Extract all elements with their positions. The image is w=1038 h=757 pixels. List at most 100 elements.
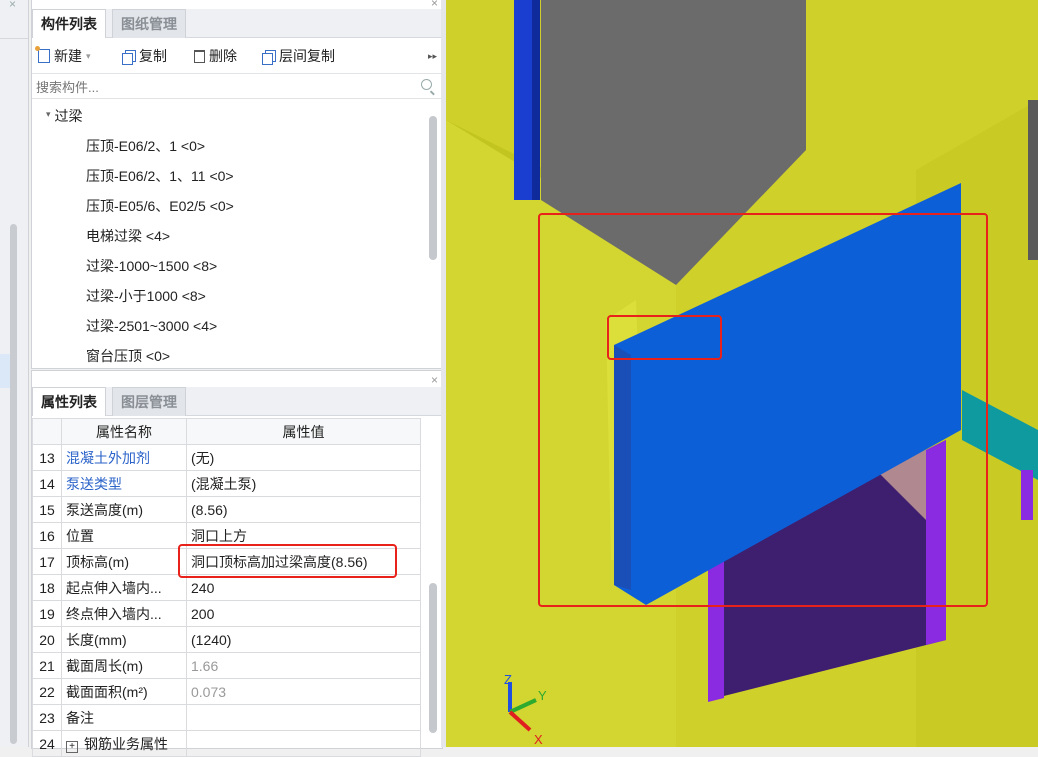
delete-button[interactable]: 删除 <box>194 46 237 66</box>
property-value[interactable] <box>186 704 421 731</box>
property-name: 混凝土外加剂 <box>61 444 187 471</box>
property-name: 备注 <box>61 704 187 731</box>
highlight-box <box>538 213 988 607</box>
3d-viewport[interactable]: Z Y X <box>446 0 1038 747</box>
table-row[interactable]: 19 终点伸入墙内... 200 <box>32 600 421 627</box>
copy-icon <box>122 49 136 65</box>
header-cell: 属性值 <box>186 418 421 445</box>
component-panel: × 构件列表 图纸管理 新建 ▾ 复制 删除 层间复制 ▸▸ ▾ 过梁 <box>31 0 443 369</box>
search-icon[interactable] <box>421 79 432 90</box>
list-item[interactable]: 过梁-1000~1500 <8> <box>86 256 217 276</box>
property-name: 截面周长(m) <box>61 652 187 679</box>
property-panel: × 属性列表 图层管理 属性名称 属性值 13 混凝土外加剂 (无) 14 泵送类型(… <box>31 370 443 757</box>
table-row[interactable]: 20 长度(mm) (1240) <box>32 626 421 653</box>
list-item[interactable]: 压顶-E06/2、1 <0> <box>86 136 205 156</box>
new-icon <box>35 46 50 63</box>
highlight-box <box>178 544 397 578</box>
highlight-box <box>607 315 722 360</box>
new-label: 新建 <box>54 48 82 64</box>
toolbar-overflow-button[interactable]: ▸▸ <box>428 46 437 66</box>
property-value[interactable]: (混凝土泵) <box>186 470 421 497</box>
trash-icon <box>194 49 205 63</box>
row-number: 18 <box>32 574 62 601</box>
property-scrollbar[interactable] <box>429 583 437 733</box>
property-value: 1.66 <box>186 652 421 679</box>
property-value[interactable]: 240 <box>186 574 421 601</box>
purple-member <box>1021 470 1033 520</box>
search-input[interactable] <box>34 76 398 98</box>
property-value[interactable]: 200 <box>186 600 421 627</box>
row-number: 16 <box>32 522 62 549</box>
table-row[interactable]: 15 泵送高度(m) (8.56) <box>32 496 421 523</box>
property-value <box>186 730 421 757</box>
row-number: 22 <box>32 678 62 705</box>
table-row[interactable]: 22 截面面积(m²) 0.073 <box>32 678 421 705</box>
property-value[interactable]: (无) <box>186 444 421 471</box>
row-number: 14 <box>32 470 62 497</box>
z-axis-label: Z <box>504 672 512 687</box>
property-name: 长度(mm) <box>61 626 187 653</box>
property-name: 位置 <box>61 522 187 549</box>
table-row[interactable]: 18 起点伸入墙内... 240 <box>32 574 421 601</box>
property-group-label: 钢筋业务属性 <box>84 735 168 752</box>
tree-scrollbar[interactable] <box>429 116 437 260</box>
floor-copy-icon <box>262 49 276 65</box>
scrollbar[interactable] <box>10 224 17 744</box>
tab-layer-management[interactable]: 图层管理 <box>112 387 186 416</box>
property-name: 顶标高(m) <box>61 548 187 575</box>
list-item[interactable]: 过梁-小于1000 <8> <box>86 286 206 306</box>
row-number: 13 <box>32 444 62 471</box>
new-button[interactable]: 新建 ▾ <box>35 46 91 66</box>
list-item[interactable]: 窗台压顶 <0> <box>86 346 170 366</box>
row-number: 17 <box>32 548 62 575</box>
tree-root-label: 过梁 <box>54 108 83 124</box>
copy-button[interactable]: 复制 <box>122 46 167 66</box>
list-item[interactable]: 压顶-E06/2、1、11 <0> <box>86 166 234 186</box>
header-cell: 属性名称 <box>61 418 187 445</box>
copy-label: 复制 <box>139 48 167 64</box>
table-row[interactable]: 14 泵送类型 (混凝土泵) <box>32 470 421 497</box>
property-name: 起点伸入墙内... <box>61 574 187 601</box>
property-name: 泵送高度(m) <box>61 496 187 523</box>
blue-column-shade <box>532 0 540 200</box>
floor-copy-label: 层间复制 <box>279 48 335 64</box>
list-item[interactable]: 过梁-2501~3000 <4> <box>86 316 217 336</box>
row-number: 20 <box>32 626 62 653</box>
property-table: 属性名称 属性值 13 混凝土外加剂 (无) 14 泵送类型 (混凝土泵) 15 泵送高度… <box>32 418 421 757</box>
tree-root[interactable]: ▾ 过梁 <box>46 106 83 126</box>
row-number: 19 <box>32 600 62 627</box>
y-axis-label: Y <box>538 688 547 703</box>
tab-drawing-management[interactable]: 图纸管理 <box>112 9 186 38</box>
chevron-down-icon[interactable]: ▾ <box>86 46 91 66</box>
table-row[interactable]: 23 备注 <box>32 704 421 731</box>
property-value[interactable]: (1240) <box>186 626 421 653</box>
table-row[interactable]: 21 截面周长(m) 1.66 <box>32 652 421 679</box>
row-number: 23 <box>32 704 62 731</box>
row-number: 21 <box>32 652 62 679</box>
property-tabs: 属性列表 图层管理 <box>32 387 442 416</box>
floor-copy-button[interactable]: 层间复制 <box>262 46 335 66</box>
close-icon[interactable]: × <box>9 0 16 11</box>
delete-label: 删除 <box>209 48 237 64</box>
table-row[interactable]: 13 混凝土外加剂 (无) <box>32 444 421 471</box>
property-name: 终点伸入墙内... <box>61 600 187 627</box>
column <box>1028 100 1038 260</box>
component-search <box>32 73 442 99</box>
x-axis-label: X <box>534 732 543 747</box>
selected-row-marker <box>0 354 10 388</box>
chevron-down-icon[interactable]: ▾ <box>46 109 51 126</box>
list-item[interactable]: 电梯过梁 <4> <box>86 226 170 246</box>
row-number: 24 <box>32 730 62 757</box>
tab-property-list[interactable]: 属性列表 <box>32 387 106 416</box>
table-row[interactable]: 24 + 钢筋业务属性 <box>32 730 421 757</box>
left-dock-strip: × <box>0 0 29 747</box>
property-value[interactable]: (8.56) <box>186 496 421 523</box>
divider <box>0 38 28 39</box>
property-name: + 钢筋业务属性 <box>61 730 187 757</box>
list-item[interactable]: 压顶-E05/6、E02/5 <0> <box>86 196 234 216</box>
property-name: 泵送类型 <box>61 470 187 497</box>
component-toolbar: 新建 ▾ 复制 删除 层间复制 ▸▸ <box>32 42 442 70</box>
tab-component-list[interactable]: 构件列表 <box>32 9 106 38</box>
row-number: 15 <box>32 496 62 523</box>
close-icon[interactable]: × <box>431 373 438 387</box>
